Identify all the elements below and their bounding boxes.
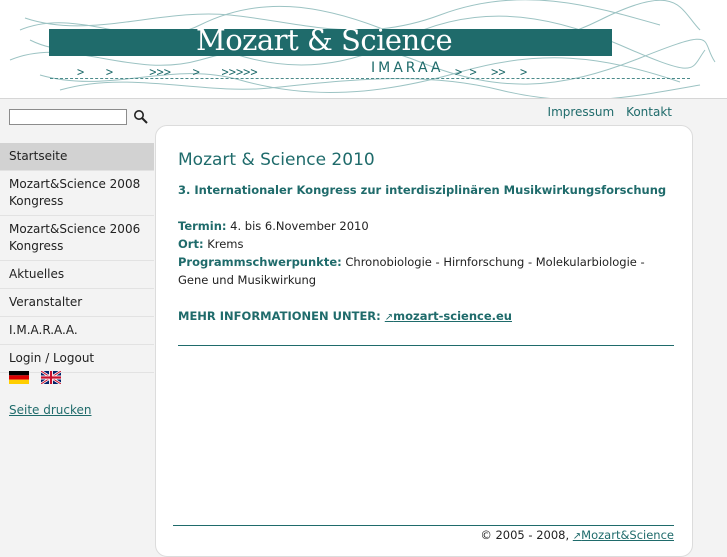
header-divider	[50, 78, 690, 79]
impressum-link[interactable]: Impressum	[548, 105, 615, 119]
termin-label: Termin:	[178, 219, 227, 233]
main-content: Mozart & Science 2010 3. Internationaler…	[155, 125, 693, 557]
ort-label: Ort:	[178, 237, 204, 251]
footer-link-text: Mozart&Science	[581, 528, 674, 542]
schwerpunkte-row: Programmschwerpunkte: Chronobiologie - H…	[178, 253, 658, 289]
ort-value: Krems	[207, 237, 244, 251]
page-title: Mozart & Science 2010	[178, 150, 375, 170]
termin-row: Termin: 4. bis 6.November 2010	[178, 217, 658, 235]
ort-row: Ort: Krems	[178, 235, 658, 253]
top-links: Impressum Kontakt	[540, 105, 672, 119]
sidebar: Startseite Mozart&Science 2008 Kongress …	[0, 143, 154, 373]
kontakt-link[interactable]: Kontakt	[626, 105, 672, 119]
site-sublogo: IMARAA	[371, 60, 444, 76]
uk-flag-icon[interactable]	[40, 371, 61, 384]
more-info: MEHR INFORMATIONEN UNTER: ↗mozart-scienc…	[178, 309, 512, 323]
sidebar-item-2006-kongress[interactable]: Mozart&Science 2006 Kongress	[0, 216, 154, 261]
search-input[interactable]	[9, 109, 127, 125]
footer-link[interactable]: ↗Mozart&Science	[573, 528, 674, 542]
header: Mozart & Science IMARAA > > >>> > >>>>> …	[0, 0, 727, 99]
sidebar-item-startseite[interactable]: Startseite	[0, 143, 154, 171]
arrow-decoration: > > >>> > >>>>>	[77, 65, 258, 79]
arrow-decoration-right: > > >> >	[455, 65, 528, 79]
search-icon[interactable]	[133, 109, 149, 125]
more-info-label: MEHR INFORMATIONEN UNTER:	[178, 309, 381, 323]
sidebar-item-2008-kongress[interactable]: Mozart&Science 2008 Kongress	[0, 171, 154, 216]
footer: © 2005 - 2008, ↗Mozart&Science	[480, 528, 674, 542]
sidebar-item-imaraa[interactable]: I.M.A.R.A.A.	[0, 317, 154, 345]
termin-value: 4. bis 6.November 2010	[230, 219, 369, 233]
print-page-link[interactable]: Seite drucken	[9, 403, 92, 417]
footer-divider	[173, 525, 674, 526]
copyright-text: © 2005 - 2008,	[480, 528, 570, 542]
sidebar-item-login[interactable]: Login / Logout	[0, 345, 154, 373]
mozart-science-link-text: mozart-science.eu	[393, 309, 512, 323]
external-link-icon: ↗	[572, 531, 582, 542]
language-flags	[9, 371, 69, 385]
page-subtitle: 3. Internationaler Kongress zur interdis…	[178, 183, 667, 197]
schwerpunkte-label: Programmschwerpunkte:	[178, 255, 342, 269]
sidebar-item-aktuelles[interactable]: Aktuelles	[0, 261, 154, 289]
content-divider	[178, 345, 674, 346]
mozart-science-link[interactable]: ↗mozart-science.eu	[385, 309, 512, 323]
sidebar-item-veranstalter[interactable]: Veranstalter	[0, 289, 154, 317]
site-logo[interactable]: Mozart & Science	[196, 23, 453, 57]
german-flag-icon[interactable]	[9, 371, 29, 384]
external-link-icon: ↗	[384, 312, 394, 323]
